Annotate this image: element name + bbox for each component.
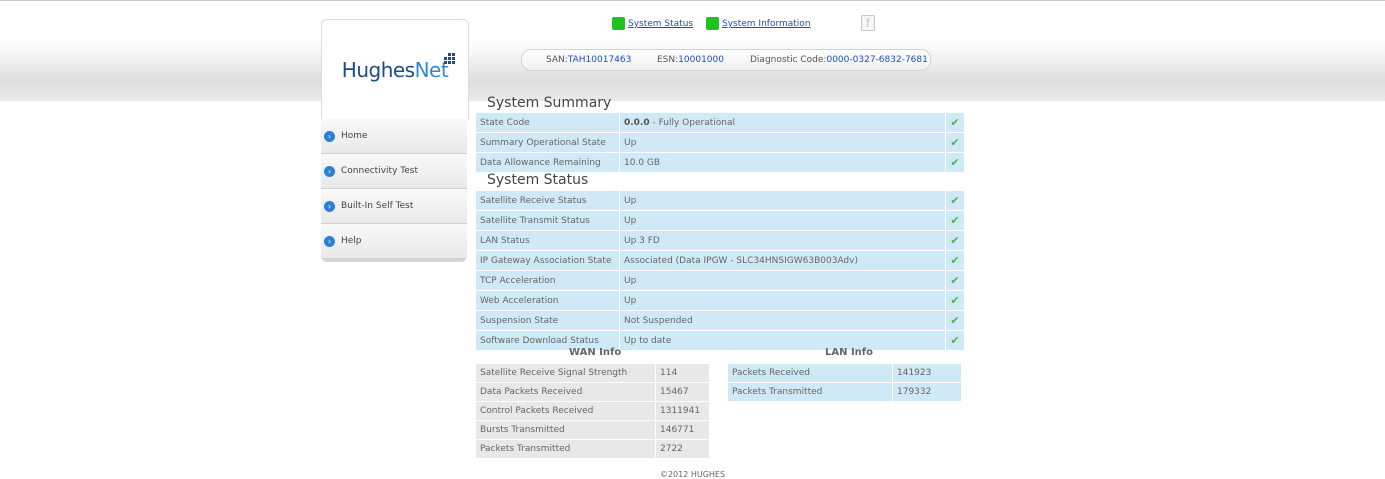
lan-info-title: LAN Info [825,347,874,358]
row-value: 0.0.0 - Fully Operational [619,113,946,133]
table-row: Web Acceleration Up ✔ [476,290,964,311]
green-square-icon [612,17,625,30]
nav-label: Help [341,236,362,246]
san-info: SAN:TAH10017463 [546,55,632,65]
wan-info-title: WAN Info [569,347,622,358]
arrow-circle-icon: › [324,131,335,142]
check-icon: ✔ [945,113,964,133]
check-icon: ✔ [945,230,964,251]
row-value: Up [619,132,946,153]
table-row: Suspension State Not Suspended ✔ [476,310,964,331]
system-information-link[interactable]: System Information [722,19,811,29]
row-value: 1311941 [655,401,709,421]
row-label: Satellite Receive Status [476,191,620,211]
diagnostic-code-info: Diagnostic Code:0000-0327-6832-7681 [750,55,928,65]
table-row: State Code 0.0.0 - Fully Operational ✔ [476,113,964,133]
row-value: 15467 [655,382,709,402]
table-row: Packets Transmitted 2722 [476,439,709,459]
arrow-circle-icon: › [324,166,335,177]
system-status-title: System Status [487,172,589,188]
row-label: Satellite Transmit Status [476,210,620,231]
esn-info: ESN:10001000 [657,55,724,65]
table-row: Satellite Receive Status Up ✔ [476,191,964,211]
nav-item-help[interactable]: › Help [321,224,467,259]
table-row: Bursts Transmitted 146771 [476,420,709,440]
row-value: Up [619,290,946,311]
table-row: Satellite Receive Signal Strength 114 [476,364,709,383]
nav-item-connectivity-test[interactable]: › Connectivity Test [321,154,467,189]
check-icon: ✔ [945,290,964,311]
sidebar-nav: › Home › Connectivity Test › Built-In Self … [321,119,467,262]
row-value: 10.0 GB [619,152,946,173]
row-label: Summary Operational State [476,132,620,153]
row-label: Packets Transmitted [476,439,656,459]
row-label: Suspension State [476,310,620,331]
page-icon[interactable]: ƒ [861,15,875,31]
check-icon: ✔ [945,152,964,173]
table-row: Control Packets Received 1311941 [476,401,709,421]
system-status-link[interactable]: System Status [628,19,693,29]
arrow-circle-icon: › [324,201,335,212]
logo-panel: HughesNet [321,19,469,120]
logo-grid-icon [444,53,455,64]
row-value: Up [619,270,946,291]
table-row: Satellite Transmit Status Up ✔ [476,210,964,231]
row-label: Control Packets Received [476,401,656,421]
row-label: State Code [476,113,620,133]
nav-label: Built-In Self Test [341,201,414,211]
green-square-icon [706,17,719,30]
row-value: Up [619,191,946,211]
table-row: IP Gateway Association State Associated (… [476,250,964,271]
table-row: TCP Acceleration Up ✔ [476,270,964,291]
check-icon: ✔ [945,210,964,231]
check-icon: ✔ [945,191,964,211]
row-value: Up [619,210,946,231]
row-label: Satellite Receive Signal Strength [476,364,656,383]
table-row: Data Packets Received 15467 [476,382,709,402]
wan-info-table: Satellite Receive Signal Strength 114 Dat… [476,364,709,459]
nav-item-built-in-self-test[interactable]: › Built-In Self Test [321,189,467,224]
nav-label: Home [341,131,368,141]
row-label: IP Gateway Association State [476,250,620,271]
row-value: Not Suspended [619,310,946,331]
system-status-table: Satellite Receive Status Up ✔ Satellite Tr… [476,191,964,351]
arrow-circle-icon: › [324,236,335,247]
table-row: Summary Operational State Up ✔ [476,132,964,153]
row-label: TCP Acceleration [476,270,620,291]
row-value: 146771 [655,420,709,440]
table-row: Packets Received 141923 [728,364,961,383]
check-icon: ✔ [945,270,964,291]
row-value: Up 3 FD [619,230,946,251]
row-label: Bursts Transmitted [476,420,656,440]
table-row: Packets Transmitted 179332 [728,382,961,402]
row-label: LAN Status [476,230,620,251]
row-label: Web Acceleration [476,290,620,311]
row-value: 179332 [892,382,961,402]
nav-label: Connectivity Test [341,166,418,176]
device-info-bar: SAN:TAH10017463 ESN:10001000 Diagnostic … [521,49,931,71]
row-label: Packets Transmitted [728,382,893,402]
system-summary-title: System Summary [487,95,612,111]
row-value: Up to date [619,330,946,351]
lan-info-table: Packets Received 141923 Packets Transmitt… [728,364,961,402]
table-row: LAN Status Up 3 FD ✔ [476,230,964,251]
system-summary-table: State Code 0.0.0 - Fully Operational ✔ S… [476,113,964,173]
table-row: Software Download Status Up to date ✔ [476,330,964,351]
check-icon: ✔ [945,330,964,351]
check-icon: ✔ [945,250,964,271]
row-value: 114 [655,364,709,383]
row-value: Associated (Data IPGW - SLC34HNSIGW63B00… [619,250,946,271]
row-value: 2722 [655,439,709,459]
row-label: Data Packets Received [476,382,656,402]
table-row: Data Allowance Remaining 10.0 GB ✔ [476,152,964,173]
row-value: 141923 [892,364,961,383]
check-icon: ✔ [945,310,964,331]
row-label: Packets Received [728,364,893,383]
nav-item-home[interactable]: › Home [321,119,467,154]
row-label: Data Allowance Remaining [476,152,620,173]
check-icon: ✔ [945,132,964,153]
